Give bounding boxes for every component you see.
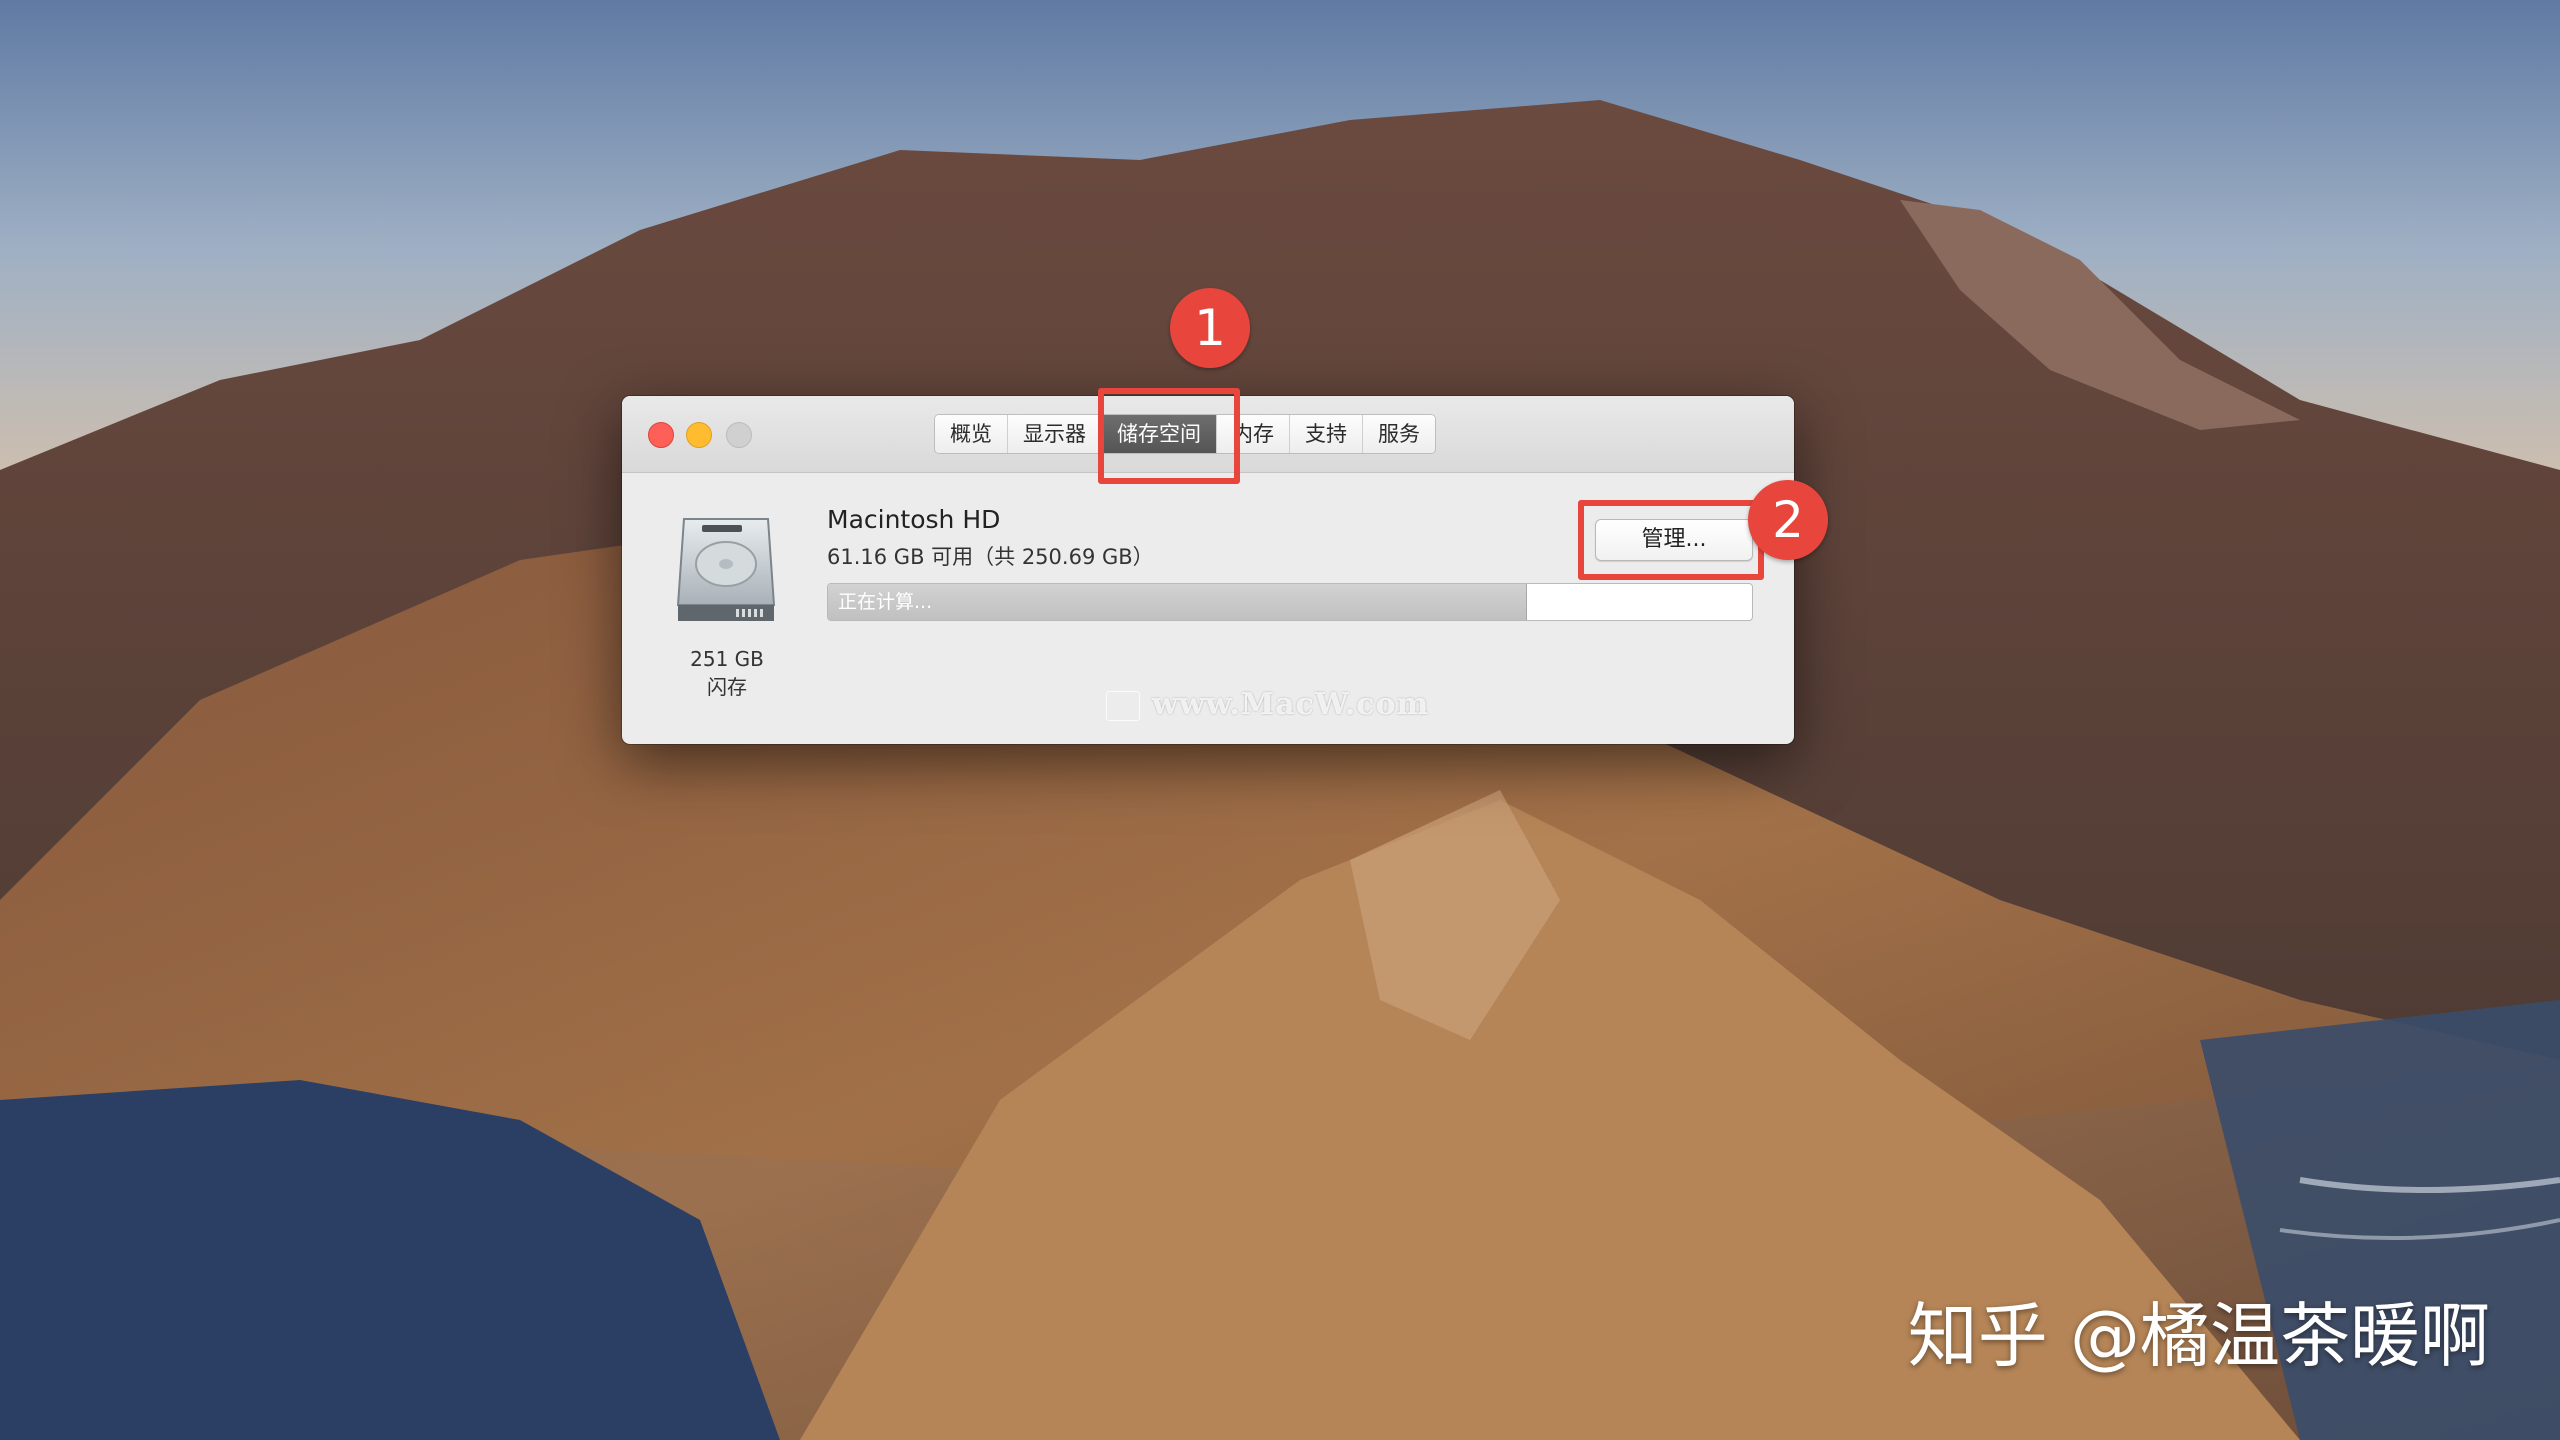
tab-support[interactable]: 支持 (1290, 415, 1363, 453)
hard-drive-icon (676, 518, 776, 621)
annotation-badge-step-1: 1 (1170, 288, 1250, 368)
annotation-highlight-storage-tab (1098, 388, 1240, 484)
zoom-window-button-disabled (726, 422, 752, 448)
disk-media-type: 闪存 (707, 675, 747, 699)
tab-displays[interactable]: 显示器 (1008, 415, 1102, 453)
annotation-highlight-manage-button (1578, 500, 1764, 580)
storage-usage-fill: 正在计算... (828, 584, 1527, 620)
storage-usage-bar: 正在计算... (827, 583, 1753, 621)
tab-overview[interactable]: 概览 (935, 415, 1008, 453)
close-window-button[interactable] (648, 422, 674, 448)
disk-capacity-label: 251 GB 闪存 (662, 645, 792, 701)
site-watermark: www.MacW.com (1152, 687, 1430, 722)
tab-service[interactable]: 服务 (1363, 415, 1435, 453)
minimize-window-button[interactable] (686, 422, 712, 448)
author-credit-watermark: 知乎 @橘温茶暖啊 (1907, 1295, 2490, 1377)
annotation-badge-step-2: 2 (1748, 480, 1828, 560)
desktop-wallpaper: 概览 显示器 储存空间 内存 支持 服务 251 GB 闪存 Macintosh… (0, 0, 2560, 1440)
disk-availability: 61.16 GB 可用（共 250.69 GB） (827, 545, 1154, 569)
watermark-logo-icon (1106, 691, 1140, 721)
disk-capacity-value: 251 GB (690, 647, 764, 671)
calculating-status: 正在计算... (838, 591, 933, 613)
disk-name: Macintosh HD (827, 505, 1001, 534)
